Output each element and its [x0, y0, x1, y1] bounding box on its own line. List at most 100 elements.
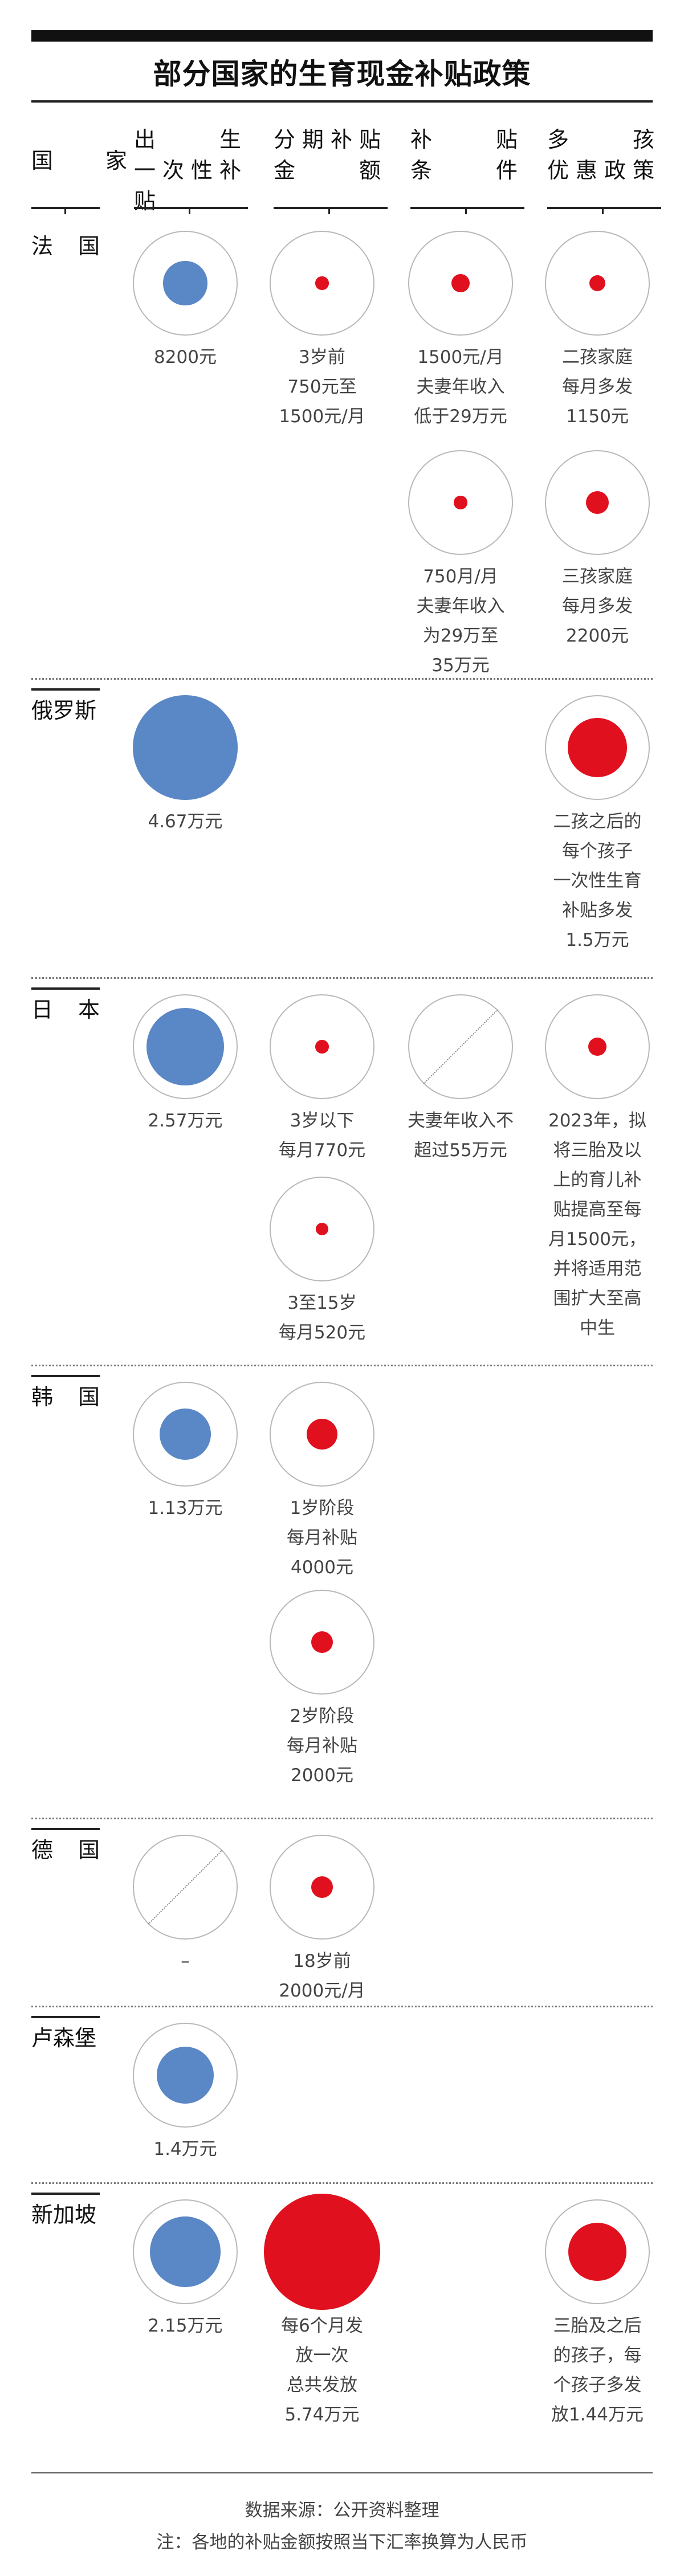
column-header-line: 多 孩: [547, 127, 656, 152]
country-label: 日 本: [31, 997, 100, 1022]
value-ring: [133, 2023, 238, 2128]
subsidy-value-disc: [315, 1040, 329, 1054]
value-ring: [545, 695, 650, 800]
value-label: 1.13万元: [123, 1493, 248, 1523]
value-label-line: 2000元/月: [279, 1981, 365, 2001]
value-label-line: 围扩大至高: [553, 1288, 642, 1309]
value-label-line: 每月多发: [562, 596, 633, 617]
value-ring: [133, 994, 238, 1099]
country-rule: [31, 1375, 100, 1377]
country-label: 德 国: [31, 1838, 100, 1863]
column-header-1: 出 生一次性补贴: [134, 124, 242, 217]
value-label-line: 为29万至: [422, 626, 499, 646]
value-label-line: 夫妻年收入不: [408, 1111, 514, 1131]
column-header-line: 出 生: [134, 127, 242, 152]
value-label-line: 1岁阶段: [290, 1498, 355, 1518]
value-label: 每6个月发 放一次 总共发放 5.74万元: [259, 2311, 385, 2430]
value-label-line: 补贴多发: [562, 900, 633, 921]
value-label-line: 三胎及之后: [553, 2316, 642, 2336]
subsidy-value-disc: [454, 496, 467, 509]
value-label-line: 三孩家庭: [562, 566, 633, 587]
value-label-line: 将三胎及以: [553, 1140, 642, 1161]
lump-sum-value-disc: [163, 261, 207, 305]
value-ring: [270, 231, 374, 336]
lump-sum-value-disc: [133, 695, 238, 800]
value-label: 3岁前 750元至 1500元/月: [259, 342, 385, 431]
value-label-line: 夫妻年收入: [416, 377, 505, 397]
value-ring: [264, 2194, 380, 2310]
value-ring: [545, 2199, 650, 2304]
value-label: 2岁阶段 每月补贴 2000元: [259, 1701, 385, 1790]
column-header-4: 多 孩优惠政策: [547, 124, 656, 186]
country-rule: [31, 987, 100, 990]
subsidy-value-disc: [311, 1876, 333, 1899]
value-ring: [133, 1835, 238, 1940]
value-label-line: 并将适用范: [553, 1259, 642, 1279]
value-label-line: 的孩子，每: [553, 2345, 642, 2366]
value-label: 2.15万元: [123, 2311, 248, 2341]
value-label-line: 每月770元: [278, 1140, 366, 1161]
value-label-line: 每月多发: [562, 377, 633, 397]
value-label-line: 750元至: [287, 377, 357, 397]
row-separator: [31, 1365, 653, 1366]
column-header-rule: [410, 207, 524, 209]
value-ring: [408, 994, 513, 1099]
footer-rule: [31, 2472, 653, 2473]
column-header-rule: [274, 207, 388, 209]
value-label-line: 放一次: [295, 2345, 349, 2366]
column-header-line: 金 额: [274, 158, 382, 183]
value-label-line: 每个孩子: [562, 841, 633, 862]
value-label-line: 8200元: [154, 347, 217, 368]
value-label-line: 2.57万元: [148, 1111, 223, 1131]
value-label-line: 二孩家庭: [562, 347, 633, 368]
column-header-0: 国 家: [31, 145, 128, 176]
value-label-line: 1.5万元: [565, 930, 629, 950]
row-separator: [31, 2006, 653, 2007]
currency-note: 注：各地的补贴金额按照当下汇率换算为人民币: [156, 2532, 528, 2553]
column-header-2: 分期补贴金 额: [274, 124, 382, 186]
value-label: 1岁阶段每月补贴 4000元: [259, 1493, 385, 1582]
top-bar: [31, 30, 653, 42]
value-label-line: 2200元: [566, 626, 629, 646]
column-header-tick: [602, 209, 604, 214]
value-label: 三孩家庭每月多发 2200元: [535, 562, 660, 651]
no-data-slash: [148, 1850, 223, 1925]
chart-title: 部分国家的生育现金补贴政策: [153, 58, 531, 91]
value-label: –: [123, 1946, 248, 1976]
value-label: 2023年，拟 将三胎及以 上的育儿补 贴提高至每 月1500元， 并将适用范 围扩大至高中…: [535, 1106, 660, 1343]
value-label-line: 4000元: [291, 1557, 353, 1578]
value-ring: [133, 231, 238, 336]
country-label: 卢森堡: [31, 2026, 97, 2051]
subsidy-value-disc: [568, 2222, 627, 2281]
value-label: 18岁前 2000元/月: [259, 1946, 385, 2006]
lump-sum-value-disc: [146, 1007, 225, 1086]
value-label-line: 二孩之后的: [553, 811, 642, 832]
country-label: 新加坡: [31, 2202, 97, 2227]
row-separator: [31, 977, 653, 979]
value-ring: [270, 994, 374, 1099]
column-header-3: 补 贴条 件: [410, 124, 519, 186]
value-label: 2.57万元: [123, 1106, 248, 1136]
title-rule: [31, 100, 653, 103]
value-ring: [133, 695, 238, 800]
country-rule: [31, 1828, 100, 1830]
value-label: 4.67万元: [123, 807, 248, 836]
column-header-line: 国 家: [31, 148, 128, 173]
value-label: 750月/月 夫妻年收入 为29万至 35万元: [398, 562, 523, 680]
value-label-line: 每月520元: [278, 1322, 366, 1343]
value-label-line: 3岁以下: [290, 1111, 355, 1131]
country-label: 韩 国: [31, 1385, 100, 1410]
value-label-line: 低于29万元: [414, 406, 507, 427]
value-ring: [270, 1382, 374, 1487]
value-label-line: –: [181, 1951, 190, 1971]
value-ring: [545, 231, 650, 336]
column-header-tick: [465, 209, 467, 214]
row-separator: [31, 1818, 653, 1819]
subsidy-value-disc: [589, 275, 606, 292]
value-label-line: 1500元/月: [279, 406, 365, 427]
value-label-line: 每月补贴: [287, 1528, 357, 1548]
value-label-line: 750月/月: [423, 566, 498, 587]
value-label-line: 1.13万元: [148, 1498, 223, 1518]
value-label-line: 总共发放: [287, 2375, 357, 2395]
column-header-line: 优惠政策: [547, 158, 656, 183]
